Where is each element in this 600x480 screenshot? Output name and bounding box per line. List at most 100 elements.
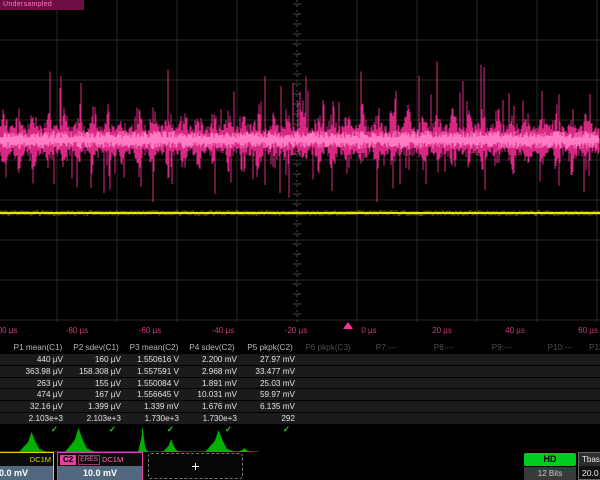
time-axis-label: -20 µs xyxy=(285,326,307,335)
channel-c1-descriptor[interactable]: DC1M 10.0 mV xyxy=(0,452,54,480)
parameter-value: 1.676 mV xyxy=(183,401,241,413)
parameter-value xyxy=(473,389,531,401)
hd-mode-group: HD 12 Bits xyxy=(524,453,576,480)
parameter-value xyxy=(357,389,415,401)
channel-c2-descriptor[interactable]: C2 ERES DC1M 10.0 mV xyxy=(57,452,143,480)
parameter-value xyxy=(473,378,531,390)
table-spacer xyxy=(0,354,9,366)
time-axis-label: 0 µs xyxy=(361,326,376,335)
parameter-header[interactable]: P10:--- xyxy=(531,341,589,354)
parameter-value xyxy=(589,413,600,425)
parameter-value xyxy=(299,413,357,425)
parameter-header[interactable]: P1 mean(C1) xyxy=(9,341,67,354)
parameter-value: 59.97 mV xyxy=(241,389,299,401)
parameter-value xyxy=(415,413,473,425)
timebase-value: 20.0 µs xyxy=(579,466,600,480)
parameter-value xyxy=(299,401,357,413)
parameter-value xyxy=(299,378,357,390)
table-spacer xyxy=(0,401,9,413)
undersampled-warning-badge: Undersampled xyxy=(0,0,84,10)
parameter-value xyxy=(415,366,473,378)
parameter-value: 10.031 mV xyxy=(183,389,241,401)
parameter-header[interactable]: P5 pkpk(C2) xyxy=(241,341,299,354)
parameter-value xyxy=(299,366,357,378)
parameter-value xyxy=(473,354,531,366)
parameter-value xyxy=(589,354,600,366)
table-spacer xyxy=(0,366,9,378)
parameter-value: 155 µV xyxy=(67,378,125,390)
bottom-bar: DC1M 10.0 mV C2 ERES DC1M 10.0 mV + HD 1… xyxy=(0,452,600,480)
parameter-value xyxy=(357,378,415,390)
c2-coupling-label: DC1M xyxy=(102,455,123,464)
parameter-value xyxy=(531,354,589,366)
parameter-value xyxy=(357,366,415,378)
parameter-value xyxy=(357,401,415,413)
parameter-histicon xyxy=(205,430,235,452)
parameter-value: 32.16 µV xyxy=(9,401,67,413)
parameter-value xyxy=(473,401,531,413)
table-spacer xyxy=(0,341,9,354)
c1-coupling-label: DC1M xyxy=(30,455,51,464)
parameter-value xyxy=(589,366,600,378)
parameter-header[interactable]: P9:--- xyxy=(473,341,531,354)
parameter-value: 1.339 mV xyxy=(125,401,183,413)
trigger-position-marker[interactable] xyxy=(343,322,353,329)
parameter-histicon xyxy=(138,428,148,452)
parameter-value: 160 µV xyxy=(67,354,125,366)
c2-channel-badge: C2 xyxy=(60,455,76,465)
parameter-value: 1.550616 V xyxy=(125,354,183,366)
parameter-header[interactable]: P11:--- xyxy=(589,341,600,354)
parameter-value: 1.730e+3 xyxy=(125,413,183,425)
parameter-value: 474 µV xyxy=(9,389,67,401)
parameter-value: 167 µV xyxy=(67,389,125,401)
parameter-value xyxy=(357,413,415,425)
parameter-histicons xyxy=(0,428,600,452)
time-axis: -100 µs-80 µs-60 µs-40 µs-20 µs0 µs20 µs… xyxy=(0,321,600,339)
parameter-header[interactable]: P8:--- xyxy=(415,341,473,354)
c2-trace[interactable] xyxy=(0,61,599,202)
c1-scale-value: 10.0 mV xyxy=(0,466,53,480)
parameter-histicon xyxy=(65,428,95,452)
timebase-descriptor[interactable]: Tbase 20.0 µs xyxy=(578,452,600,480)
parameter-value xyxy=(357,354,415,366)
table-spacer xyxy=(0,413,9,425)
parameter-header[interactable]: P4 sdev(C2) xyxy=(183,341,241,354)
hd-mode-button[interactable]: HD xyxy=(524,453,576,466)
measurement-value-row: 363.98 µV158.308 µV1.557591 V2.968 mV33.… xyxy=(0,366,600,378)
parameter-value: 1.557591 V xyxy=(125,366,183,378)
parameter-header[interactable]: P6 pkpk(C3) xyxy=(299,341,357,354)
parameter-value xyxy=(299,354,357,366)
parameter-value: 2.103e+3 xyxy=(67,413,125,425)
parameter-value xyxy=(415,389,473,401)
parameter-value: 1.891 mV xyxy=(183,378,241,390)
parameter-value: 440 µV xyxy=(9,354,67,366)
measurement-table[interactable]: P1 mean(C1)P2 sdev(C1)P3 mean(C2)P4 sdev… xyxy=(0,341,600,434)
parameter-value: 33.477 mV xyxy=(241,366,299,378)
measurement-value-row: 440 µV160 µV1.550616 V2.200 mV27.97 mV xyxy=(0,354,600,366)
table-spacer xyxy=(0,389,9,401)
c2-eres-tag: ERES xyxy=(78,455,100,465)
parameter-value xyxy=(531,389,589,401)
parameter-value xyxy=(531,366,589,378)
parameter-value xyxy=(531,413,589,425)
parameter-value xyxy=(415,378,473,390)
table-spacer xyxy=(0,378,9,390)
parameter-value xyxy=(531,378,589,390)
parameter-value: 1.730e+3 xyxy=(183,413,241,425)
parameter-value: 2.103e+3 xyxy=(9,413,67,425)
timebase-title: Tbase xyxy=(579,453,600,466)
parameter-header[interactable]: P2 sdev(C1) xyxy=(67,341,125,354)
time-axis-label: -40 µs xyxy=(212,326,234,335)
add-trace-button[interactable]: + xyxy=(148,453,243,479)
parameter-header[interactable]: P3 mean(C2) xyxy=(125,341,183,354)
parameter-value xyxy=(299,389,357,401)
oscilloscope-screen: Undersampled -100 µs-80 µs-60 µs-40 µs-2… xyxy=(0,0,600,480)
parameter-value: 2.200 mV xyxy=(183,354,241,366)
waveform-grid[interactable] xyxy=(0,0,600,322)
time-axis-label: 20 µs xyxy=(432,326,452,335)
parameter-header[interactable]: P7:--- xyxy=(357,341,415,354)
measurement-value-row: 474 µV167 µV1.556645 V10.031 mV59.97 mV xyxy=(0,389,600,401)
time-axis-label: -100 µs xyxy=(0,326,17,335)
parameter-value xyxy=(589,378,600,390)
parameter-histicon xyxy=(19,432,47,452)
